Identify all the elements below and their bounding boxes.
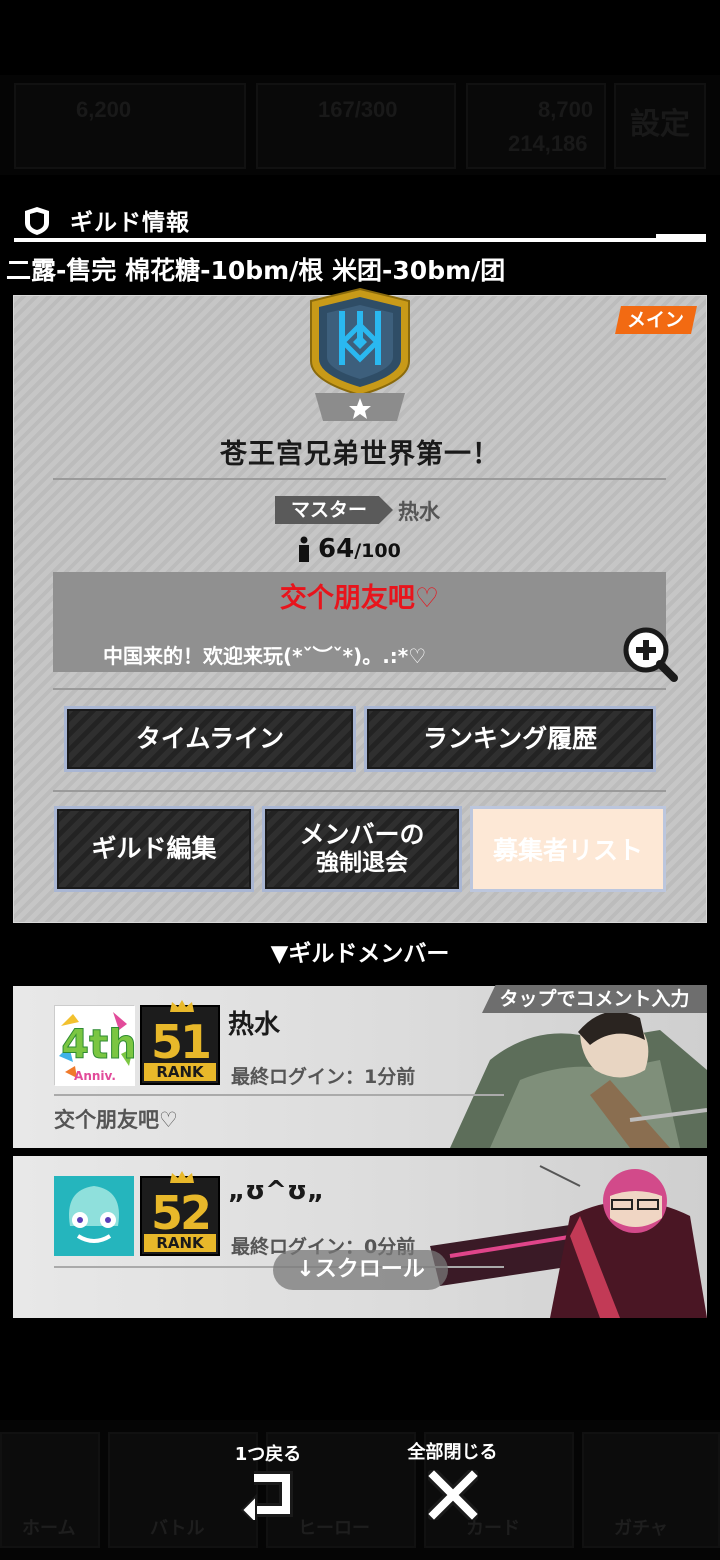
panel-title: ギルド情報 [70, 210, 190, 236]
guild-emblem-icon [310, 287, 410, 421]
rank-badge: 52 RANK [140, 1171, 220, 1256]
member-max: /100 [354, 540, 401, 562]
timeline-button-label: タイムライン [135, 723, 285, 753]
member-avatar: 4th Anniv. [54, 1005, 137, 1086]
title-divider [14, 234, 706, 242]
tap-to-comment-hint: タップでコメント入力 [482, 985, 707, 1013]
background-nav-item: ホーム [0, 1432, 100, 1548]
close-all-label: 全部閉じる [407, 1442, 498, 1463]
background-header: 6,200 167/300 8,700 214,186 設定 [0, 75, 720, 175]
recruit-list-button[interactable]: 募集者リスト [470, 806, 666, 892]
rank-number: 51 [150, 1015, 212, 1069]
kick-member-label-line2: 強制退会 [316, 850, 408, 877]
avatar-text-4th: 4th [61, 1022, 135, 1068]
member-avatar [54, 1176, 134, 1256]
background-stamina-box: 167/300 [256, 83, 456, 169]
member-name: „ʊ^ʊ„ [228, 1176, 325, 1206]
members-section-label: ▼ギルドメンバー [270, 941, 450, 967]
divider [53, 478, 666, 480]
guild-comment-title: 交个朋友吧♡ [279, 583, 440, 614]
zoom-in-icon[interactable] [620, 624, 680, 684]
background-resource-4: 214,186 [508, 131, 588, 156]
background-resource-1: 6,200 [76, 97, 132, 122]
ranking-history-button-label: ランキング履歴 [422, 723, 598, 753]
crown-icon [170, 1171, 194, 1183]
divider [54, 1094, 504, 1096]
background-bottom-nav: ホーム バトル ヒーロー カード ガチャ [0, 1420, 720, 1560]
member-count: 64/100 [318, 534, 401, 564]
background-nav-item: ガチャ [582, 1432, 720, 1548]
divider [53, 688, 666, 690]
back-arrow-icon[interactable] [240, 1470, 296, 1520]
guild-marquee: 二露-售完 棉花糖-10bm/根 米团-30bm/团 [0, 248, 720, 288]
kick-member-button[interactable]: メンバーの 強制退会 [262, 806, 462, 892]
member-last-login: 最終ログイン：1分前 [231, 1066, 416, 1088]
member-card-art [430, 1156, 707, 1318]
close-icon[interactable] [428, 1470, 478, 1520]
rank-badge: 51 RANK [140, 1000, 220, 1085]
guild-edit-button[interactable]: ギルド編集 [54, 806, 254, 892]
rank-number: 52 [150, 1186, 212, 1240]
rank-label: RANK [144, 1063, 216, 1081]
background-settings-button: 設定 [614, 83, 706, 169]
main-guild-badge-label: メイン [627, 309, 685, 331]
guild-comment-body: 中国来的！欢迎来玩(*ˇ︶ˇ*)。.:*♡ [103, 644, 427, 668]
marquee-text: 二露-售完 棉花糖-10bm/根 米团-30bm/团 [6, 256, 506, 285]
background-nav-label: ヒーロー [298, 1518, 370, 1538]
scroll-indicator[interactable]: ↓スクロール [273, 1250, 448, 1290]
background-nav-label: バトル [150, 1518, 205, 1538]
guild-edit-button-label: ギルド編集 [91, 833, 217, 863]
crown-icon [170, 1000, 194, 1012]
avatar-text-anniv: Anniv. [74, 1069, 116, 1083]
member-name: 热水 [228, 1010, 281, 1040]
background-settings-label: 設定 [630, 108, 690, 141]
timeline-button[interactable]: タイムライン [64, 706, 356, 772]
rank-label: RANK [144, 1234, 216, 1252]
background-resource-3: 8,700 [538, 97, 594, 122]
background-nav-label: ホーム [22, 1518, 76, 1538]
member-comment: 交个朋友吧♡ [54, 1108, 178, 1132]
master-name: 热水 [398, 500, 440, 524]
person-icon [299, 536, 309, 562]
back-button-label: 1つ戻る [234, 1444, 302, 1465]
character-avatar-icon [54, 1176, 134, 1256]
guild-name: 苍王宫兄弟世界第一！ [220, 439, 500, 470]
ranking-history-button[interactable]: ランキング履歴 [364, 706, 656, 772]
shield-icon [25, 207, 49, 235]
background-currency-box: 8,700 214,186 [466, 83, 606, 169]
character-art-icon [450, 1011, 707, 1148]
anniversary-badge-icon: 4th Anniv. [55, 1006, 137, 1086]
member-card-art [430, 1000, 707, 1148]
recruit-list-button-label: 募集者リスト [492, 836, 643, 865]
background-nav-label: ガチャ [614, 1518, 668, 1538]
background-resource-box: 6,200 [14, 83, 246, 169]
character-art-icon [430, 1165, 707, 1318]
background-resource-2: 167/300 [318, 97, 398, 122]
kick-member-label-line1: メンバーの [299, 820, 425, 850]
divider [53, 790, 666, 792]
main-guild-badge: メイン [615, 306, 697, 334]
master-tag: マスター [275, 496, 393, 524]
member-count-value: 64 [318, 534, 355, 564]
